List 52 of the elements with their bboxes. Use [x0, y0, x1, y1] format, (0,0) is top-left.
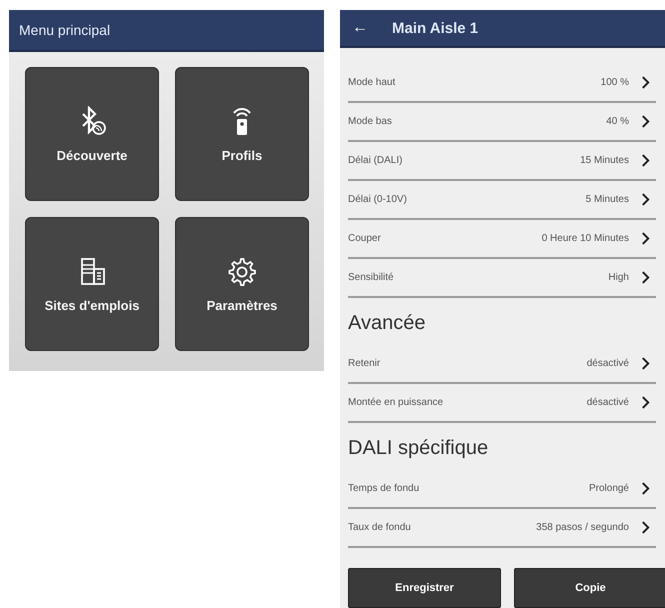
setting-row[interactable]: Montée en puissance désactivé [348, 384, 656, 423]
setting-value: 5 Minutes [586, 194, 629, 205]
setting-value: désactivé [586, 358, 629, 369]
setting-row[interactable]: Couper 0 Heure 10 Minutes [348, 220, 656, 259]
screen-title: Menu principal [19, 22, 110, 38]
setting-label: Temps de fondu [348, 483, 420, 494]
menu-tile[interactable]: Sites d'emplois [25, 217, 159, 351]
menu-tile[interactable]: Profils [175, 67, 309, 201]
setting-label: Délai (0-10V) [348, 194, 408, 205]
chevron-icon [641, 271, 650, 284]
action-button[interactable]: Enregistrer [348, 568, 501, 608]
setting-value: 100 % [600, 77, 629, 88]
setting-label: Taux de fondu [348, 522, 412, 533]
setting-row[interactable]: Mode haut 100 % [348, 64, 656, 103]
setting-value: 15 Minutes [580, 155, 629, 166]
chevron-icon [641, 232, 650, 245]
setting-label: Retenir [348, 358, 382, 369]
chevron-icon [641, 193, 650, 206]
setting-row[interactable]: Délai (0-10V) 5 Minutes [348, 181, 656, 220]
setting-label: Mode bas [348, 116, 393, 127]
setting-row[interactable]: Délai (DALI) 15 Minutes [348, 142, 656, 181]
chevron-icon [641, 357, 650, 370]
setting-row[interactable]: Mode bas 40 % [348, 103, 656, 142]
setting-value: 40 % [606, 116, 629, 127]
setting-label: Couper [348, 233, 382, 244]
section-heading: Avancée [348, 311, 426, 336]
setting-value: 0 Heure 10 Minutes [542, 233, 629, 244]
menu-tile[interactable]: Paramètres [175, 217, 309, 351]
setting-label: Mode haut [348, 77, 396, 88]
menu-tile[interactable]: Découverte [25, 67, 159, 201]
setting-label: Sensibilité [348, 272, 395, 283]
chevron-icon [641, 115, 650, 128]
section-heading: DALI spécifique [348, 436, 490, 461]
setting-row[interactable]: Sensibilité High [348, 259, 656, 298]
chevron-icon [641, 521, 650, 534]
setting-row[interactable]: Taux de fondu 358 pasos / segundo [348, 509, 656, 548]
back-button[interactable]: ← [348, 19, 372, 37]
chevron-icon [641, 482, 650, 495]
setting-label: Délai (DALI) [348, 155, 404, 166]
setting-value: 358 pasos / segundo [536, 522, 629, 533]
gear-icon [227, 256, 257, 286]
setting-value: Prolongé [588, 483, 629, 494]
screen-title: Main Aisle 1 [392, 20, 478, 36]
setting-label: Montée en puissance [348, 397, 444, 408]
chevron-icon [641, 76, 650, 89]
chevron-icon [641, 396, 650, 409]
setting-row[interactable]: Temps de fondu Prolongé [348, 470, 656, 509]
setting-value: High [608, 272, 629, 283]
chevron-icon [641, 154, 650, 167]
action-button[interactable]: Copie [514, 568, 665, 608]
setting-value: désactivé [586, 397, 629, 408]
setting-row[interactable]: Retenir désactivé [348, 345, 656, 384]
